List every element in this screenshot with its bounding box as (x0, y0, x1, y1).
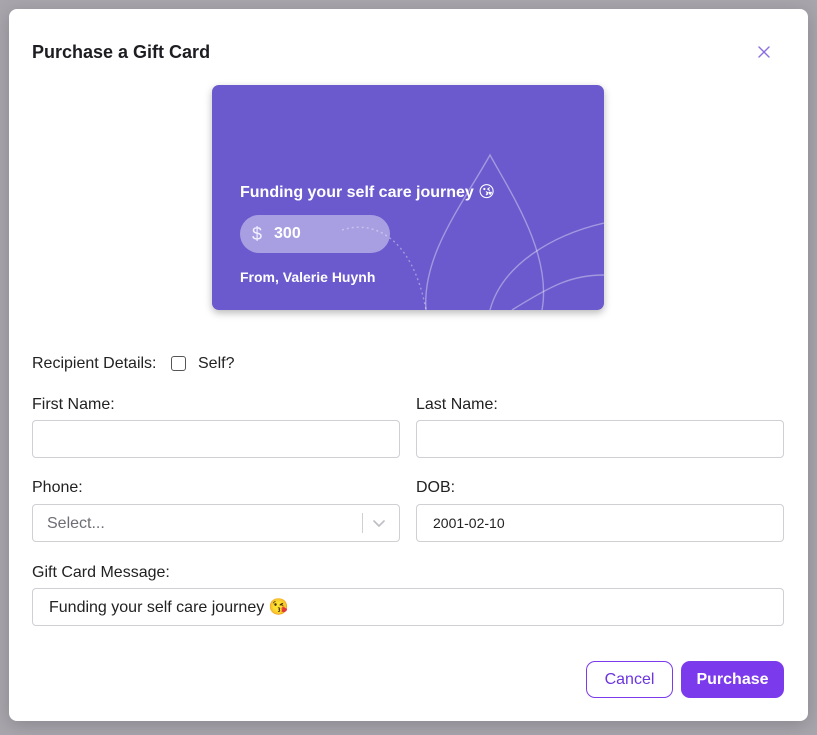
phone-label: Phone: (32, 479, 83, 496)
purchase-button[interactable]: Purchase (681, 661, 784, 698)
close-icon (758, 46, 770, 58)
phone-select[interactable]: Select... (32, 504, 400, 542)
dob-input[interactable] (416, 504, 784, 542)
gift-card-message-label: Gift Card Message: (32, 564, 170, 581)
card-from: From, Valerie Huynh (240, 269, 376, 285)
last-name-input[interactable] (416, 420, 784, 458)
card-amount: 300 (274, 225, 301, 242)
gift-card-message-input[interactable] (32, 588, 784, 626)
modal-title: Purchase a Gift Card (32, 42, 211, 62)
self-label: Self? (198, 355, 235, 372)
first-name-label: First Name: (32, 396, 115, 413)
self-checkbox[interactable] (171, 356, 186, 371)
card-amount-pill: $ 300 (240, 215, 390, 253)
cancel-button[interactable]: Cancel (586, 661, 673, 698)
card-message: Funding your self care journey 😘 (240, 184, 495, 201)
chevron-down-icon[interactable] (371, 515, 387, 531)
select-separator (362, 513, 363, 533)
close-button[interactable] (754, 42, 774, 62)
gift-card-modal: Purchase a Gift Card Funding your self c… (9, 9, 808, 721)
recipient-details-label: Recipient Details: (32, 355, 157, 372)
phone-select-placeholder: Select... (47, 515, 105, 532)
first-name-input[interactable] (32, 420, 400, 458)
dob-label: DOB: (416, 479, 456, 496)
currency-symbol: $ (252, 223, 263, 244)
gift-card-preview: Funding your self care journey 😘 $ 300 F… (212, 85, 604, 310)
last-name-label: Last Name: (416, 396, 498, 413)
